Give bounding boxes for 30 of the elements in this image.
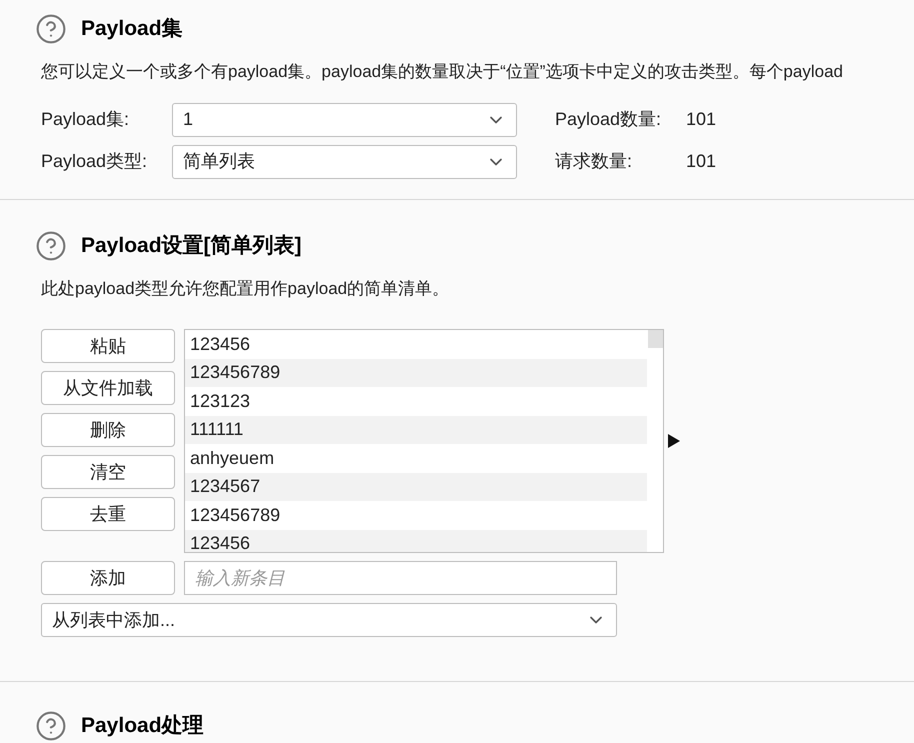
section-description: 此处payload类型允许您配置用作payload的简单清单。 bbox=[41, 278, 450, 300]
stat-label: 请求数量: bbox=[555, 150, 634, 173]
action-button[interactable]: 粘贴 bbox=[41, 329, 175, 363]
field-label: Payload集: bbox=[41, 108, 130, 131]
list-item[interactable]: 123456 bbox=[185, 530, 647, 552]
action-button[interactable]: 去重 bbox=[41, 497, 175, 531]
section-title: Payload处理 bbox=[81, 713, 204, 740]
action-button[interactable]: 从文件加载 bbox=[41, 371, 175, 405]
new-item-input[interactable]: 输入新条目 bbox=[184, 561, 617, 595]
list-item[interactable]: 123456789 bbox=[185, 358, 647, 387]
stat-value: 101 bbox=[686, 150, 716, 173]
help-icon[interactable] bbox=[35, 710, 67, 742]
stat-value: 101 bbox=[686, 108, 716, 131]
scrollbar-thumb[interactable] bbox=[648, 330, 663, 348]
stat-label: Payload数量: bbox=[555, 108, 662, 131]
dropdown[interactable]: 简单列表 bbox=[172, 144, 517, 178]
add-button[interactable]: 添加 bbox=[41, 561, 175, 595]
action-button[interactable]: 删除 bbox=[41, 413, 175, 447]
list-item[interactable]: 1234567 bbox=[185, 472, 647, 501]
dropdown[interactable]: 1 bbox=[172, 102, 517, 136]
field-label: Payload类型: bbox=[41, 150, 148, 173]
dropdown[interactable]: 从列表中添加... bbox=[41, 603, 617, 637]
help-icon[interactable] bbox=[35, 230, 67, 262]
section-title: Payload集 bbox=[81, 16, 183, 42]
action-button[interactable]: 清空 bbox=[41, 455, 175, 489]
help-icon[interactable] bbox=[35, 13, 67, 45]
section-description: 您可以定义一个或多个有payload集。payload集的数量取决于“位置”选项卡中定义的攻击类型。每个payload bbox=[41, 61, 844, 83]
list-item[interactable]: 111111 bbox=[185, 416, 647, 444]
section-title: Payload设置[简单列表] bbox=[81, 232, 302, 259]
play-icon[interactable] bbox=[668, 434, 680, 448]
